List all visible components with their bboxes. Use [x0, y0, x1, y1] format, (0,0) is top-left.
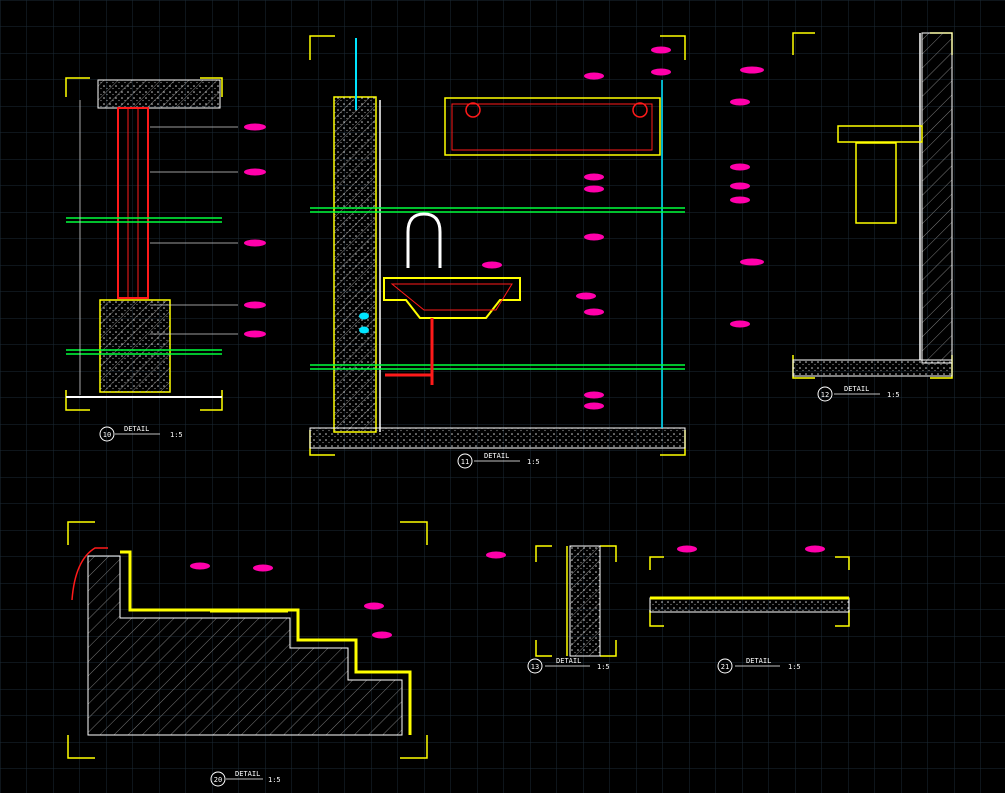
detail-12-callout-tag[interactable]: [740, 258, 764, 266]
detail-11-wall-dots: [334, 97, 376, 432]
detail-13-wall-dots: [570, 546, 600, 656]
detail-11-scale: 1:5: [527, 458, 540, 466]
detail-11-title: DETAIL: [484, 452, 509, 460]
detail-11-callout-tag[interactable]: [584, 72, 604, 80]
detail-11-callout-tag[interactable]: [584, 402, 604, 410]
detail-20-scale: 1:5: [268, 776, 281, 784]
detail-10-callout-tag[interactable]: [244, 239, 266, 247]
detail-21-callout-tag[interactable]: [805, 545, 825, 553]
detail-12-callout-tag[interactable]: [730, 320, 750, 328]
detail-11-floor-slab: [309, 427, 686, 449]
detail-10-callout-tag[interactable]: [244, 301, 266, 309]
detail-13-callout-tag[interactable]: [486, 551, 506, 559]
detail-11-callout-tag[interactable]: [651, 68, 671, 76]
detail-21-title: DETAIL: [746, 657, 771, 665]
detail-10-scale: 1:5: [170, 431, 183, 439]
detail-10-base-dots: [100, 300, 170, 392]
detail-10-callout-tag[interactable]: [244, 168, 266, 176]
detail-21-callout-tag[interactable]: [677, 545, 697, 553]
detail-12-callout-tag[interactable]: [730, 163, 750, 171]
detail-12-floor: [792, 359, 953, 377]
detail-21-slab: [649, 597, 850, 613]
detail-12-callout-tag[interactable]: [730, 182, 750, 190]
detail-12-number: 12: [821, 391, 829, 399]
detail-12-scale: 1:5: [887, 391, 900, 399]
detail-20-title: DETAIL: [235, 770, 260, 778]
detail-10-number: 10: [103, 431, 111, 439]
detail-21-number: 21: [721, 663, 729, 671]
detail-11-callout-tag[interactable]: [584, 173, 604, 181]
detail-20-callout-tag[interactable]: [190, 562, 210, 570]
detail-12-wall: [921, 32, 953, 364]
detail-11-callout-tag[interactable]: [584, 233, 604, 241]
detail-11-callout-tag[interactable]: [359, 326, 369, 334]
detail-20-number: 20: [214, 776, 222, 784]
detail-10-title: DETAIL: [124, 425, 149, 433]
detail-11-number: 11: [461, 458, 469, 466]
detail-12-callout-tag[interactable]: [740, 66, 764, 74]
detail-10-callout-tag[interactable]: [244, 123, 266, 131]
detail-11-callout-tag[interactable]: [584, 308, 604, 316]
detail-11-callout-tag[interactable]: [651, 46, 671, 54]
detail-20-callout-tag[interactable]: [372, 631, 392, 639]
detail-10-callout-tag[interactable]: [244, 330, 266, 338]
detail-13-callout-tags[interactable]: [486, 551, 506, 559]
detail-11-callout-tag[interactable]: [576, 292, 596, 300]
detail-13-title: DETAIL: [556, 657, 581, 665]
detail-13-number: 13: [531, 663, 539, 671]
detail-10-ceiling-dots: [98, 80, 220, 108]
detail-11-callout-tag[interactable]: [482, 261, 502, 269]
detail-11-callout-tag[interactable]: [584, 391, 604, 399]
detail-13-scale: 1:5: [597, 663, 610, 671]
cad-drawing-canvas[interactable]: 10 DETAIL 1:5 11 DETAIL 1:5 12 DETAIL 1:…: [0, 0, 1005, 793]
detail-11-callout-tag[interactable]: [584, 185, 604, 193]
detail-20-callout-tag[interactable]: [253, 564, 273, 572]
detail-11-callout-tag[interactable]: [359, 312, 369, 320]
detail-21-scale: 1:5: [788, 663, 801, 671]
detail-12-callout-tag[interactable]: [730, 98, 750, 106]
detail-12-callout-tag[interactable]: [730, 196, 750, 204]
detail-20-callout-tag[interactable]: [364, 602, 384, 610]
detail-12-title: DETAIL: [844, 385, 869, 393]
